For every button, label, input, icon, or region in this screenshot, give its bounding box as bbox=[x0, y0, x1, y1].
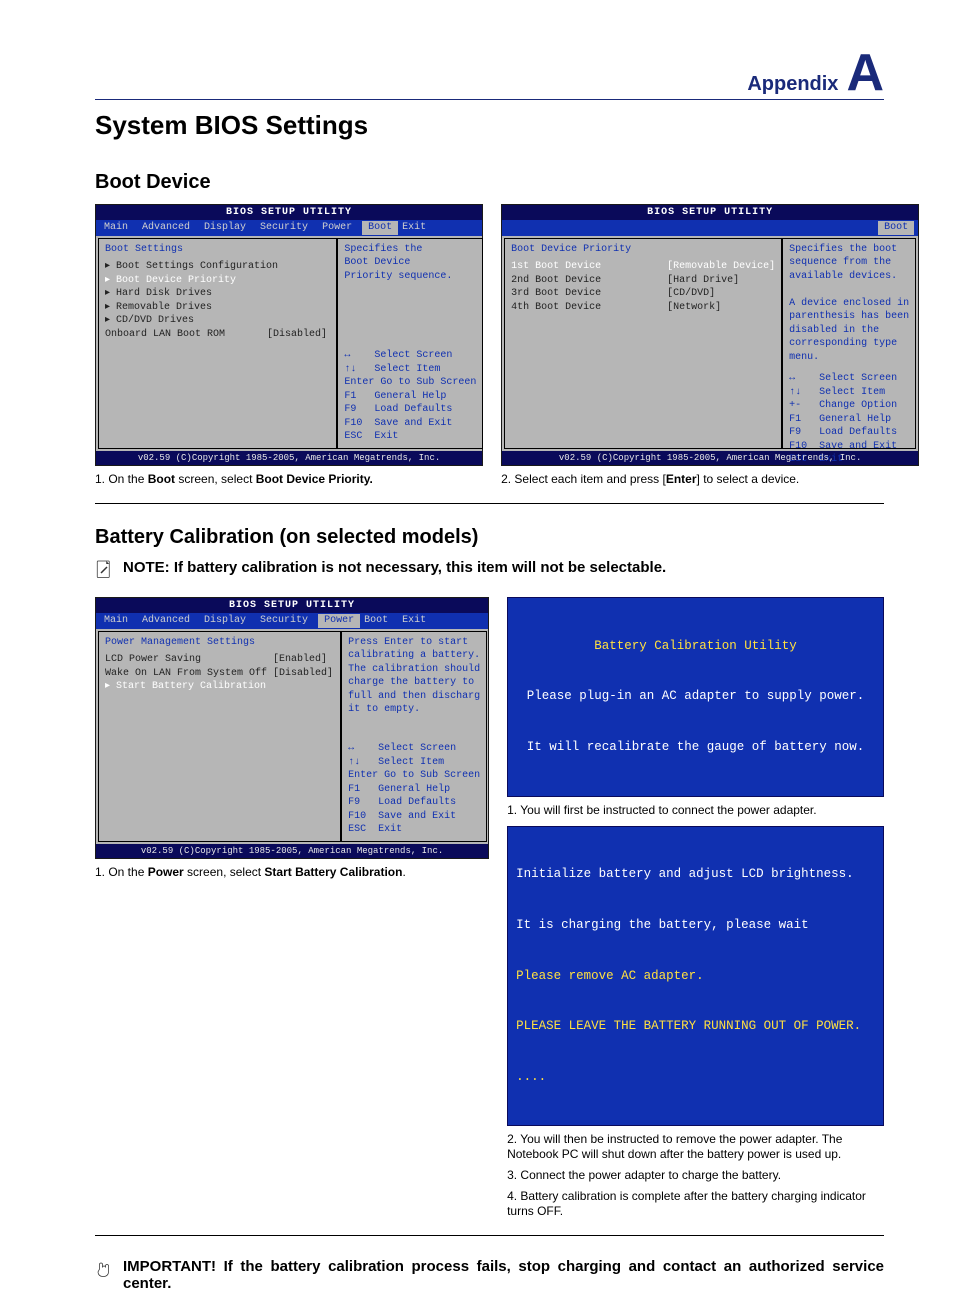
bios-screenshot-boot-priority: BIOS SETUP UTILITY Boot Boot Device Prio… bbox=[501, 204, 919, 466]
important-text: IMPORTANT! If the battery calibration pr… bbox=[123, 1258, 884, 1292]
u2l3: Please remove AC adapter. bbox=[516, 968, 875, 985]
menu-advanced: Advanced bbox=[138, 221, 200, 235]
menu-exit: Exit bbox=[398, 221, 436, 235]
bios-screenshot-boot-settings: BIOS SETUP UTILITY Main Advanced Display… bbox=[95, 204, 483, 466]
u1l1: Please plug-in an AC adapter to supply p… bbox=[516, 688, 875, 705]
appendix-label: Appendix bbox=[747, 73, 838, 96]
menu-boot: Boot bbox=[360, 614, 398, 628]
section-heading-boot: Boot Device bbox=[95, 171, 884, 194]
bios-desc: Specifies the Boot Device Priority seque… bbox=[344, 243, 476, 284]
hand-icon bbox=[95, 1258, 113, 1280]
bios-footer: v02.59 (C)Copyright 1985-2005, American … bbox=[96, 844, 488, 858]
bios-footer: v02.59 (C)Copyright 1985-2005, American … bbox=[96, 451, 482, 465]
section-heading-battery: Battery Calibration (on selected models) bbox=[95, 526, 884, 549]
bios-screenshot-power: BIOS SETUP UTILITY Main Advanced Display… bbox=[95, 597, 489, 859]
u2l5: .... bbox=[516, 1069, 875, 1086]
step-3: 3. Connect the power adapter to charge t… bbox=[507, 1168, 884, 1183]
menu-main: Main bbox=[100, 614, 138, 628]
step-2: 2. You will then be instructed to remove… bbox=[507, 1132, 884, 1162]
r: ▸ Hard Disk Drives bbox=[105, 287, 330, 301]
menu-display: Display bbox=[200, 614, 256, 628]
appendix-letter: A bbox=[846, 50, 884, 97]
caption-1: 1. On the Boot screen, select Boot Devic… bbox=[95, 472, 483, 487]
bios-menubar: Main Advanced Display Security Power Boo… bbox=[96, 220, 482, 236]
r: LCD Power Saving [Enabled] bbox=[105, 653, 334, 667]
divider bbox=[95, 1235, 884, 1236]
bios-title: BIOS SETUP UTILITY bbox=[96, 205, 482, 221]
menu-security: Security bbox=[256, 221, 318, 235]
bios-menubar: Boot bbox=[502, 220, 918, 236]
caption-3: 1. On the Power screen, select Start Bat… bbox=[95, 865, 489, 880]
u2l2: It is charging the battery, please wait bbox=[516, 917, 875, 934]
bios-footer: v02.59 (C)Copyright 1985-2005, American … bbox=[502, 451, 918, 465]
bios-title: BIOS SETUP UTILITY bbox=[502, 205, 918, 221]
r: ▸ Removable Drives bbox=[105, 301, 330, 315]
start-battery-calibration: ▸ Start Battery Calibration bbox=[105, 680, 334, 694]
bsec: Power Management Settings bbox=[105, 636, 334, 650]
menu-main: Main bbox=[100, 221, 138, 235]
r: ▸ Boot Settings Configuration bbox=[105, 260, 330, 274]
menu-exit: Exit bbox=[398, 614, 436, 628]
menu-power: Power bbox=[318, 614, 360, 628]
menu-display: Display bbox=[200, 221, 256, 235]
divider bbox=[95, 503, 884, 504]
r: Wake On LAN From System Off [Disabled] bbox=[105, 667, 334, 681]
bios-desc: Press Enter to start calibrating a batte… bbox=[348, 636, 480, 717]
menu-boot: Boot bbox=[878, 221, 914, 235]
bios-desc: Specifies the boot sequence from the ava… bbox=[789, 243, 909, 365]
bios-keyhelp: ↔ Select Screen ↑↓ Select Item Enter Go … bbox=[344, 349, 476, 444]
bios-menubar: Main Advanced Display Security Power Boo… bbox=[96, 613, 488, 629]
u2l4: PLEASE LEAVE THE BATTERY RUNNING OUT OF … bbox=[516, 1018, 875, 1035]
util-title: Battery Calibration Utility bbox=[516, 638, 875, 655]
bios-keyhelp: ↔ Select Screen ↑↓ Select Item Enter Go … bbox=[348, 742, 480, 837]
step-4: 4. Battery calibration is complete after… bbox=[507, 1189, 884, 1219]
page-header: Appendix A bbox=[95, 50, 884, 100]
note-icon bbox=[95, 559, 113, 581]
r: Onboard LAN Boot ROM [Disabled] bbox=[105, 328, 330, 342]
page-title: System BIOS Settings bbox=[95, 110, 884, 141]
r: ▸ CD/DVD Drives bbox=[105, 314, 330, 328]
r: 2nd Boot Device [Hard Drive] bbox=[511, 274, 775, 288]
caption-2: 2. Select each item and press [Enter] to… bbox=[501, 472, 919, 487]
step-1: 1. You will first be instructed to conne… bbox=[507, 803, 884, 818]
bsec: Boot Device Priority bbox=[511, 243, 775, 257]
r: 4th Boot Device [Network] bbox=[511, 301, 775, 315]
utility-message-1: Battery Calibration Utility Please plug-… bbox=[507, 597, 884, 797]
bsec: Boot Settings bbox=[105, 243, 330, 257]
first-boot-device: 1st Boot Device [Removable Device] bbox=[511, 260, 775, 274]
boot-device-priority-item: ▸ Boot Device Priority bbox=[105, 274, 330, 288]
menu-power: Power bbox=[318, 221, 362, 235]
menu-boot: Boot bbox=[362, 221, 398, 235]
r: 3rd Boot Device [CD/DVD] bbox=[511, 287, 775, 301]
bios-title: BIOS SETUP UTILITY bbox=[96, 598, 488, 614]
note-text: NOTE: If battery calibration is not nece… bbox=[123, 559, 666, 576]
menu-advanced: Advanced bbox=[138, 614, 200, 628]
u2l1: Initialize battery and adjust LCD bright… bbox=[516, 866, 875, 883]
u1l2: It will recalibrate the gauge of battery… bbox=[516, 739, 875, 756]
menu-security: Security bbox=[256, 614, 318, 628]
utility-message-2: Initialize battery and adjust LCD bright… bbox=[507, 826, 884, 1127]
